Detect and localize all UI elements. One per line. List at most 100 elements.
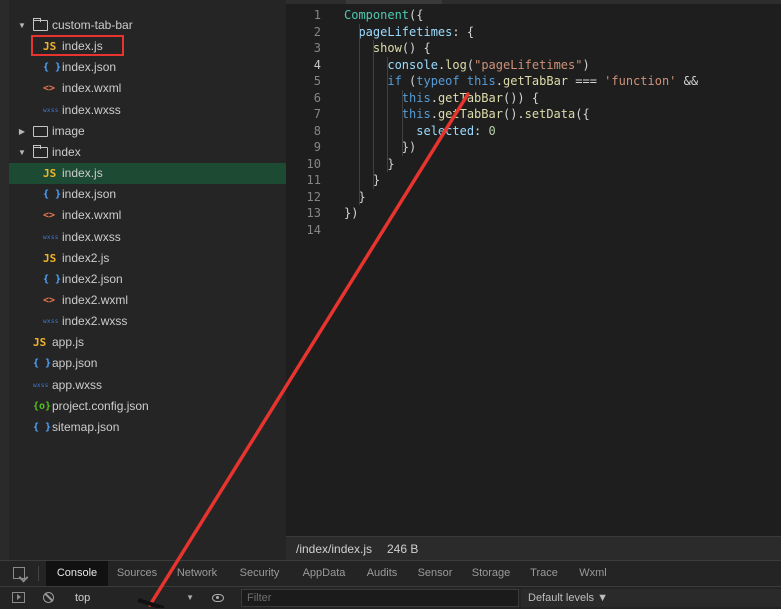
js-file-icon: JS bbox=[43, 167, 57, 181]
devtools-tab-bar: Console Sources Network Security AppData Audi… bbox=[0, 561, 781, 587]
file-label: index2.wxss bbox=[62, 314, 128, 329]
devtools-tab-wxml[interactable]: Wxml bbox=[570, 561, 616, 586]
clear-console-icon[interactable] bbox=[43, 592, 54, 603]
wxml-file-icon: <> bbox=[43, 210, 56, 222]
line-number: 5 bbox=[313, 74, 321, 88]
chevron-right-icon[interactable]: ▶ bbox=[17, 121, 27, 142]
file-item[interactable]: JS index2.js bbox=[9, 248, 286, 269]
file-label: app.json bbox=[52, 356, 98, 371]
status-bar: /index/index.js 246 B bbox=[286, 536, 781, 561]
code-line: 3 show() { bbox=[286, 40, 781, 57]
file-label: index.wxml bbox=[62, 208, 122, 223]
folder-item[interactable]: ▼ custom-tab-bar bbox=[9, 15, 286, 36]
devtools-tab-sources[interactable]: Sources bbox=[111, 561, 163, 586]
js-file-icon: JS bbox=[33, 336, 47, 350]
devtools-panel: Console Sources Network Security AppData Audi… bbox=[0, 560, 781, 609]
status-file-path: /index/index.js bbox=[296, 542, 373, 556]
folder-icon bbox=[33, 125, 48, 137]
file-item[interactable]: wxss index2.wxss bbox=[9, 311, 286, 332]
folder-open-icon bbox=[33, 144, 48, 158]
wxml-file-icon: <> bbox=[43, 294, 56, 306]
json-file-icon: { } bbox=[43, 273, 62, 285]
file-item[interactable]: JS index.js bbox=[9, 163, 286, 185]
folder-label: image bbox=[52, 123, 85, 138]
chevron-down-icon[interactable]: ▼ bbox=[17, 15, 27, 36]
file-item[interactable]: JS app.js bbox=[9, 332, 286, 353]
file-item[interactable]: wxss index.wxss bbox=[9, 100, 286, 121]
line-number: 12 bbox=[306, 189, 321, 204]
file-label: index.json bbox=[62, 60, 117, 75]
file-item[interactable]: <> index.wxml bbox=[9, 78, 286, 99]
file-item[interactable]: <> index2.wxml bbox=[9, 290, 286, 311]
line-number: 3 bbox=[313, 41, 321, 55]
code-text: if (typeof this.getTabBar === 'function'… bbox=[387, 74, 699, 88]
wxss-file-icon: wxss bbox=[33, 381, 49, 389]
code-text: show() { bbox=[372, 41, 431, 55]
devtools-tab-sensor[interactable]: Sensor bbox=[411, 561, 459, 586]
folder-item[interactable]: ▼ index bbox=[9, 142, 286, 163]
code-text: this.getTabBar().setData({ bbox=[401, 107, 590, 121]
show-sidebar-icon[interactable] bbox=[12, 592, 25, 603]
file-item[interactable]: { } index.json bbox=[9, 184, 286, 205]
devtools-tab-appdata[interactable]: AppData bbox=[294, 561, 354, 586]
file-item[interactable]: { } app.json bbox=[9, 353, 286, 374]
context-value: top bbox=[75, 592, 91, 604]
log-levels-dropdown[interactable]: Default levels ▼ bbox=[521, 589, 781, 607]
wxss-file-icon: wxss bbox=[43, 106, 59, 114]
file-item[interactable]: wxss app.wxss bbox=[9, 375, 286, 396]
code-line: 12 } bbox=[286, 189, 781, 206]
code-text: console.log("pageLifetimes") bbox=[387, 57, 590, 72]
code-editor[interactable]: 1 Component({2 pageLifetimes: {3 show() {… bbox=[286, 4, 781, 536]
folder-label: custom-tab-bar bbox=[52, 18, 133, 32]
devtools-tab-trace[interactable]: Trace bbox=[523, 561, 565, 586]
file-item[interactable]: {o} project.config.json bbox=[9, 396, 286, 417]
code-line: 6 this.getTabBar()) { bbox=[286, 90, 781, 107]
console-toolbar: top ▼ Default levels ▼ bbox=[0, 587, 781, 609]
code-text: }) bbox=[344, 206, 359, 220]
js-file-icon: JS bbox=[43, 251, 57, 265]
file-item[interactable]: <> index.wxml bbox=[9, 205, 286, 226]
file-label: project.config.json bbox=[52, 398, 149, 413]
status-file-size: 246 B bbox=[387, 542, 419, 556]
file-label: index2.js bbox=[62, 250, 110, 265]
code-line: 8 selected: 0 bbox=[286, 123, 781, 140]
console-filter-input[interactable] bbox=[241, 589, 519, 607]
code-line: 10 } bbox=[286, 156, 781, 173]
devtools-tab-storage[interactable]: Storage bbox=[464, 561, 518, 586]
divider bbox=[38, 566, 39, 581]
code-line: 14 bbox=[286, 222, 781, 239]
file-item[interactable]: { } index.json bbox=[9, 57, 286, 78]
code-line: 7 this.getTabBar().setData({ bbox=[286, 106, 781, 123]
file-label: index.json bbox=[62, 187, 117, 202]
line-number: 1 bbox=[313, 8, 321, 22]
devtools-tab-security[interactable]: Security bbox=[231, 561, 288, 586]
inspect-element-icon[interactable] bbox=[13, 567, 25, 579]
folder-item[interactable]: ▶ image bbox=[9, 121, 286, 142]
line-number: 2 bbox=[313, 24, 321, 39]
line-number: 4 bbox=[313, 57, 321, 72]
file-item[interactable]: { } index2.json bbox=[9, 269, 286, 290]
code-line: 11 } bbox=[286, 172, 781, 189]
devtools-tab-console[interactable]: Console bbox=[46, 561, 108, 586]
json-file-icon: { } bbox=[43, 62, 62, 74]
devtools-tab-network[interactable]: Network bbox=[167, 561, 227, 586]
json-file-icon: { } bbox=[43, 189, 62, 201]
json-file-icon: { } bbox=[33, 358, 52, 370]
line-number: 13 bbox=[306, 206, 321, 220]
folder-open-icon bbox=[33, 18, 48, 31]
file-label: sitemap.json bbox=[52, 419, 120, 434]
line-number: 8 bbox=[313, 123, 321, 138]
context-selector[interactable]: top ▼ bbox=[66, 587, 204, 609]
devtools-tab-audits[interactable]: Audits bbox=[358, 561, 406, 586]
indent-guide bbox=[373, 40, 374, 189]
file-label: index2.json bbox=[62, 271, 123, 286]
annotation-highlight-box bbox=[31, 35, 124, 56]
chevron-down-icon[interactable]: ▼ bbox=[17, 142, 27, 163]
file-item[interactable]: wxss index.wxss bbox=[9, 227, 286, 248]
config-file-icon: {o} bbox=[33, 400, 52, 412]
code-line: 13}) bbox=[286, 205, 781, 222]
indent-guide bbox=[359, 23, 360, 205]
file-item[interactable]: { } sitemap.json bbox=[9, 417, 286, 438]
code-text: }) bbox=[344, 140, 417, 154]
live-expression-eye-icon[interactable] bbox=[212, 594, 224, 602]
